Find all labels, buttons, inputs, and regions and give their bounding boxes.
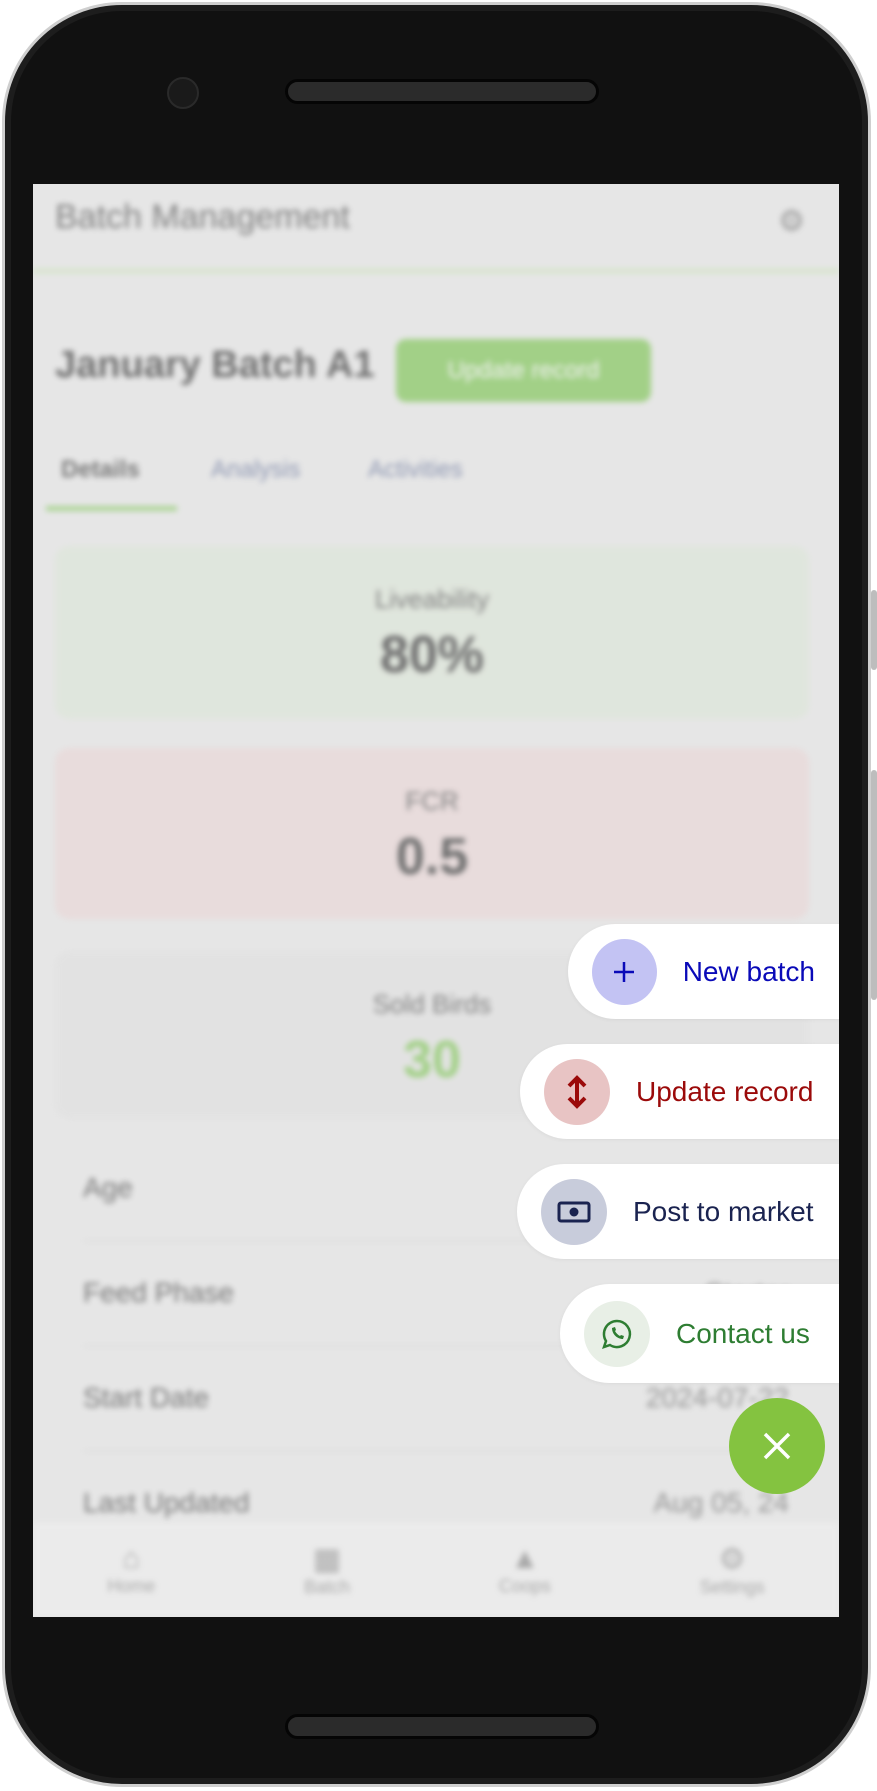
card-value: 80% <box>379 626 485 684</box>
camera <box>167 77 199 109</box>
fab-item-contact-us[interactable]: Contact us <box>560 1284 839 1383</box>
header-divider <box>33 268 839 274</box>
header-title: Batch Management <box>55 198 350 236</box>
nav-label: Home <box>107 1576 156 1596</box>
speaker-grille <box>285 79 599 104</box>
nav-item-home[interactable]: ⌂ Home <box>107 1542 155 1597</box>
tab-analysis[interactable]: Analysis <box>211 456 300 484</box>
card-value: 0.5 <box>395 828 469 886</box>
volume-button <box>871 590 877 670</box>
gear-icon[interactable]: ⚙ <box>778 204 805 239</box>
close-icon <box>763 1432 791 1460</box>
row-label: Last Updated <box>83 1487 250 1518</box>
fab-item-label: New batch <box>682 955 815 987</box>
whatsapp-icon <box>584 1300 650 1367</box>
liveability-card: Liveability 80% <box>55 546 809 719</box>
bottom-nav: ⌂ Home ▦ Batch ▲ Coops ⚙ Settings <box>33 1522 839 1617</box>
nav-label: Coops <box>498 1576 551 1596</box>
coop-icon: ▲ <box>510 1542 540 1575</box>
row-label: Age <box>83 1172 133 1203</box>
fab-item-post-to-market[interactable]: Post to market <box>517 1164 839 1259</box>
active-tab-indicator <box>46 506 177 511</box>
power-button <box>871 770 877 1000</box>
tab-details[interactable]: Details <box>61 456 140 484</box>
blurred-background: Batch Management ⚙ January Batch A1 Upda… <box>33 184 839 1617</box>
settings-icon: ⚙ <box>718 1542 746 1576</box>
nav-label: Settings <box>699 1576 765 1597</box>
batch-title: January Batch A1 <box>55 344 375 386</box>
fab-item-label: Contact us <box>676 1317 810 1349</box>
row-label: Start Date <box>83 1382 210 1413</box>
app-screen: Batch Management ⚙ January Batch A1 Upda… <box>33 184 839 1617</box>
nav-item-settings[interactable]: ⚙ Settings <box>700 1542 765 1598</box>
home-icon: ⌂ <box>122 1542 141 1575</box>
up-down-arrow-icon <box>544 1058 610 1125</box>
nav-label: Batch <box>304 1576 351 1597</box>
plus-icon <box>592 938 657 1005</box>
nav-item-coops[interactable]: ▲ Coops <box>499 1542 551 1597</box>
fab-item-new-batch[interactable]: New batch <box>568 924 839 1019</box>
update-record-button[interactable]: Update record <box>396 339 651 402</box>
row-label: Feed Phase <box>83 1277 234 1308</box>
fab-item-label: Update record <box>636 1075 814 1107</box>
fab-item-label: Post to market <box>633 1195 814 1227</box>
fab-item-update-record[interactable]: Update record <box>520 1044 839 1139</box>
bottom-speaker-grille <box>285 1714 599 1739</box>
nav-item-batch[interactable]: ▦ Batch <box>304 1542 350 1598</box>
money-icon <box>541 1178 607 1245</box>
close-fab-button[interactable] <box>729 1398 825 1494</box>
card-label: FCR <box>405 786 459 816</box>
batch-icon: ▦ <box>312 1542 342 1576</box>
card-label: Liveability <box>374 584 490 614</box>
tab-activities[interactable]: Activities <box>368 456 463 484</box>
fcr-card: FCR 0.5 <box>55 748 809 919</box>
